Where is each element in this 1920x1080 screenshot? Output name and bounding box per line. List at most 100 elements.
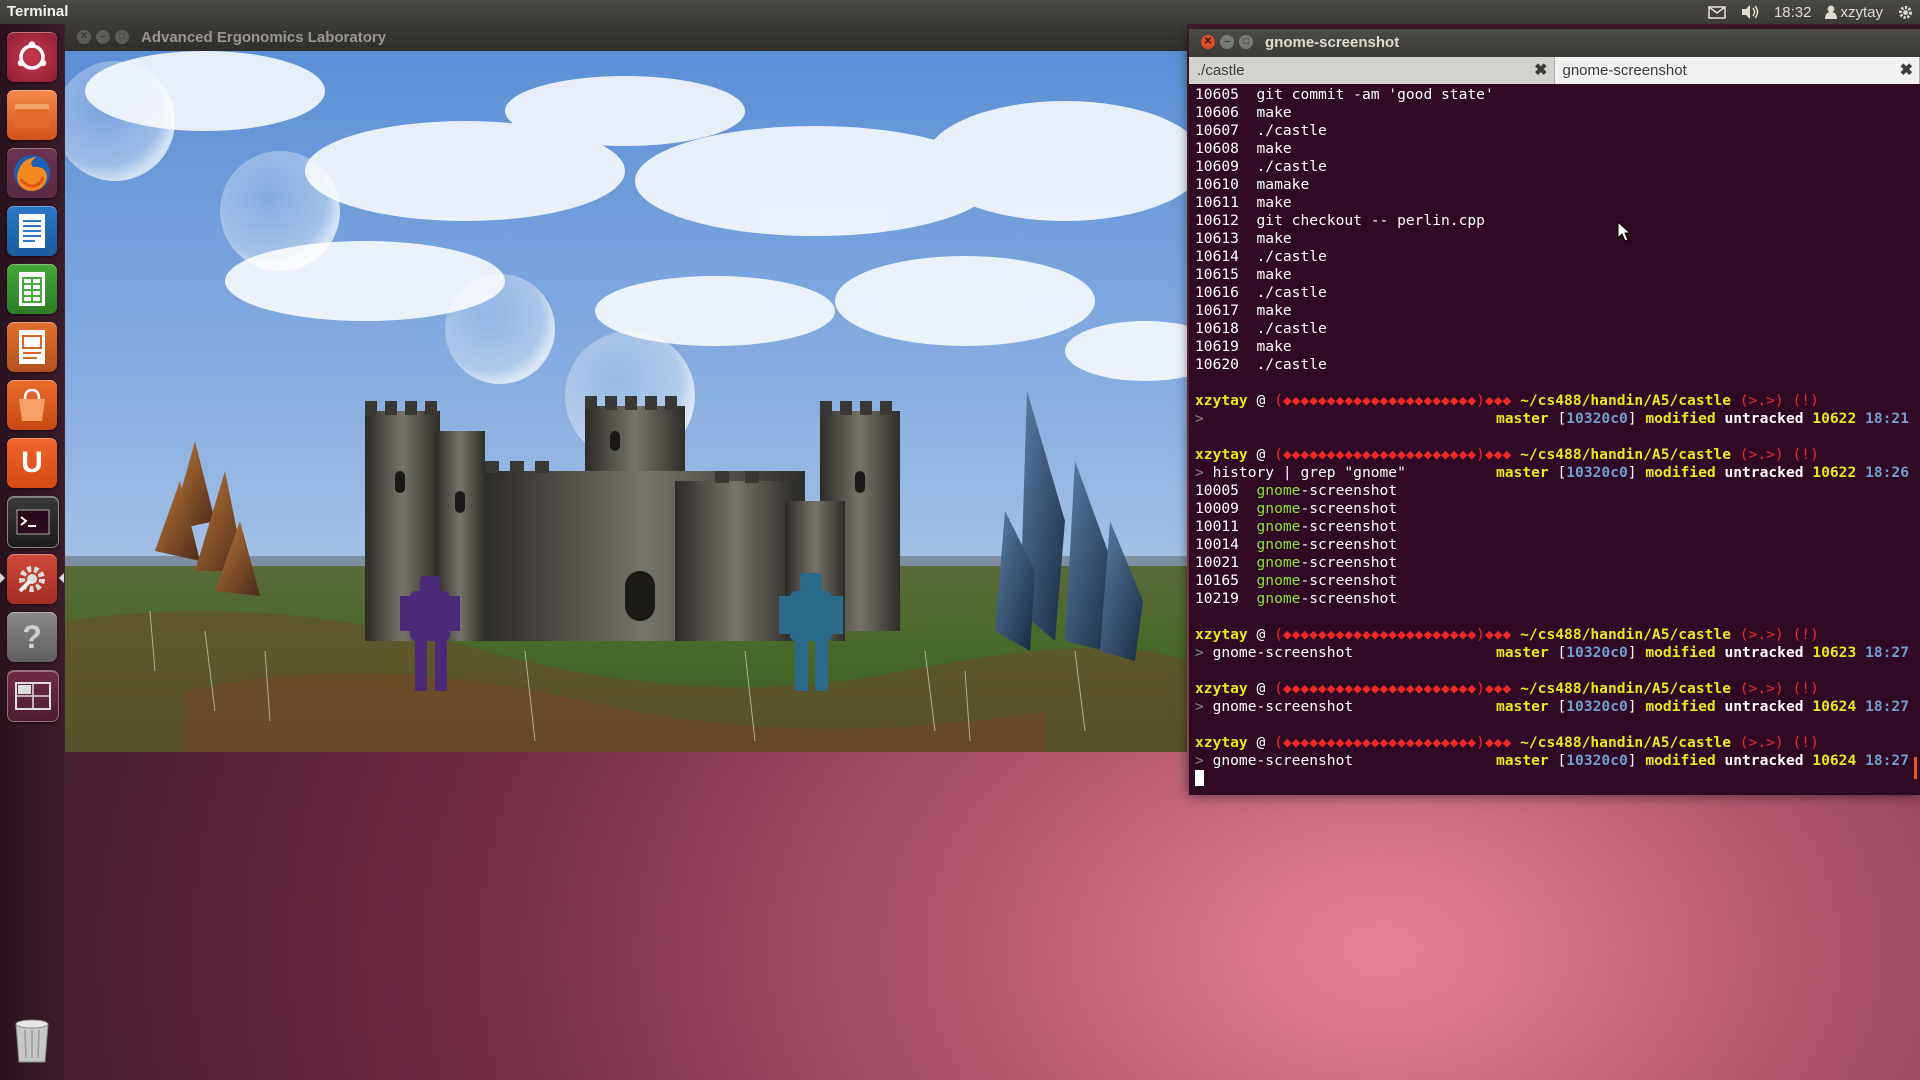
mail-icon[interactable] (1708, 5, 1726, 19)
grep-rest: -screenshot (1300, 590, 1398, 607)
git-commit: 10320c0 (1566, 464, 1628, 481)
writer-icon[interactable] (7, 206, 57, 256)
help-icon[interactable]: ? (7, 612, 57, 662)
ubuntu-dash-icon[interactable] (7, 32, 57, 82)
prompt-path: ~/cs488/handin/A5/castle (1520, 626, 1731, 643)
prompt-arrow: > (1195, 644, 1213, 661)
terminal-window-title: gnome-screenshot (1265, 34, 1400, 51)
grep-match: gnome (1256, 554, 1301, 571)
history-number: 10611 (1195, 194, 1239, 211)
user-menu[interactable]: xzytay (1825, 4, 1883, 21)
git-modified: modified (1645, 464, 1716, 481)
calc-icon[interactable] (7, 264, 57, 314)
prompt-time: 18:21 (1865, 410, 1909, 427)
history-command: git checkout -- perlin.cpp (1256, 212, 1485, 229)
gear-icon[interactable] (1897, 4, 1914, 21)
grep-number: 10165 (1195, 572, 1239, 589)
ubuntu-one-icon[interactable]: U (7, 438, 57, 488)
history-command: mamake (1256, 176, 1310, 193)
prompt-line: xzytay @ (◆◆◆◆◆◆◆◆◆◆◆◆◆◆◆◆◆◆◆◆◆◆)◆◆◆ ~/c… (1195, 680, 1909, 698)
terminal-titlebar[interactable]: ✕ – □ gnome-screenshot (1189, 29, 1920, 57)
launcher: U ? (0, 24, 65, 1080)
game-window-titlebar[interactable]: ✕ – □ Advanced Ergonomics Laboratory (65, 24, 1187, 51)
history-number: 10613 (1195, 230, 1239, 247)
history-command: git commit -am 'good state' (1256, 86, 1494, 103)
maximize-icon[interactable]: □ (1239, 35, 1253, 49)
history-command: make (1256, 194, 1292, 211)
software-center-icon[interactable] (7, 380, 57, 430)
system-settings-icon[interactable] (7, 554, 57, 604)
workspace-switcher-icon[interactable] (7, 670, 59, 722)
git-commit: 10320c0 (1566, 698, 1628, 715)
prompt-user: xzytay (1195, 680, 1248, 697)
git-commit: 10320c0 (1566, 410, 1628, 427)
git-status: master [10320c0] modified untracked 1062… (1495, 644, 1909, 661)
history-number: 10605 (1195, 86, 1239, 103)
grep-number: 10021 (1195, 554, 1239, 571)
history-number: 10606 (1195, 104, 1239, 121)
history-line: 10607 ./castle (1195, 122, 1909, 140)
volume-icon[interactable] (1740, 4, 1760, 20)
grep-number: 10009 (1195, 500, 1239, 517)
command-line: > master [10320c0] modified untracked 10… (1195, 410, 1909, 428)
minimize-icon[interactable]: – (96, 30, 110, 44)
game-window: ✕ – □ Advanced Ergonomics Laboratory (65, 24, 1187, 752)
prompt-user: xzytay (1195, 734, 1248, 751)
text-cursor (1195, 770, 1204, 786)
prompt-arrow: > (1195, 752, 1213, 769)
prompt-line: xzytay @ (◆◆◆◆◆◆◆◆◆◆◆◆◆◆◆◆◆◆◆◆◆◆)◆◆◆ ~/c… (1195, 734, 1909, 752)
game-viewport[interactable] (65, 51, 1187, 752)
git-commit: 10320c0 (1566, 644, 1628, 661)
command-line: > gnome-screenshot master [10320c0] modif… (1195, 752, 1909, 770)
prompt-time: 18:26 (1865, 464, 1909, 481)
history-line: 10606 make (1195, 104, 1909, 122)
prompt-host: (◆◆◆◆◆◆◆◆◆◆◆◆◆◆◆◆◆◆◆◆◆◆)◆◆◆ (1274, 680, 1512, 697)
close-icon[interactable]: ✕ (1201, 35, 1215, 49)
history-command: make (1256, 230, 1292, 247)
git-status: master [10320c0] modified untracked 1062… (1495, 698, 1909, 715)
history-number: 10607 (1195, 122, 1239, 139)
maximize-icon[interactable]: □ (115, 30, 129, 44)
git-untracked: untracked (1724, 644, 1804, 661)
terminal-output[interactable]: 10605 git commit -am 'good state' 10606 m… (1195, 86, 1909, 792)
history-command: make (1256, 302, 1292, 319)
prompt-time: 18:27 (1865, 752, 1909, 769)
prompt-user: xzytay (1195, 626, 1248, 643)
history-line: 10612 git checkout -- perlin.cpp (1195, 212, 1909, 230)
prompt-host: (◆◆◆◆◆◆◆◆◆◆◆◆◆◆◆◆◆◆◆◆◆◆)◆◆◆ (1274, 626, 1512, 643)
files-icon[interactable] (7, 90, 57, 140)
prompt-path: ~/cs488/handin/A5/castle (1520, 680, 1731, 697)
grep-match: gnome (1256, 500, 1301, 517)
trash-icon[interactable] (7, 1016, 57, 1066)
history-command: ./castle (1256, 248, 1327, 265)
clock[interactable]: 18:32 (1774, 4, 1812, 21)
tab-castle[interactable]: ./castle ✖ (1189, 57, 1555, 84)
history-number: 10614 (1195, 248, 1239, 265)
firefox-icon[interactable] (7, 148, 57, 198)
indicator-area: 18:32 xzytay (1708, 0, 1914, 24)
close-tab-icon[interactable]: ✖ (1534, 60, 1547, 80)
history-line: 10619 make (1195, 338, 1909, 356)
impress-icon[interactable] (7, 322, 57, 372)
command-text: gnome-screenshot (1212, 752, 1354, 769)
scrollbar-thumb[interactable] (1914, 757, 1917, 779)
history-number: 10612 (1195, 212, 1239, 229)
git-untracked: untracked (1724, 698, 1804, 715)
history-number: 10616 (1195, 284, 1239, 301)
prompt-host: (◆◆◆◆◆◆◆◆◆◆◆◆◆◆◆◆◆◆◆◆◆◆)◆◆◆ (1274, 734, 1512, 751)
terminal-icon[interactable] (7, 496, 59, 548)
minimize-icon[interactable]: – (1220, 35, 1234, 49)
close-icon[interactable]: ✕ (77, 30, 91, 44)
prompt-face: (>.>) (!) (1739, 392, 1819, 409)
prompt-host: (◆◆◆◆◆◆◆◆◆◆◆◆◆◆◆◆◆◆◆◆◆◆)◆◆◆ (1274, 446, 1512, 463)
history-command: make (1256, 140, 1292, 157)
tab-gnome-screenshot[interactable]: gnome-screenshot ✖ (1554, 57, 1920, 84)
grep-rest: -screenshot (1300, 518, 1398, 535)
close-tab-icon[interactable]: ✖ (1900, 60, 1913, 80)
git-commit: 10320c0 (1566, 752, 1628, 769)
prompt-face: (>.>) (!) (1739, 734, 1819, 751)
history-number: 10615 (1195, 266, 1239, 283)
